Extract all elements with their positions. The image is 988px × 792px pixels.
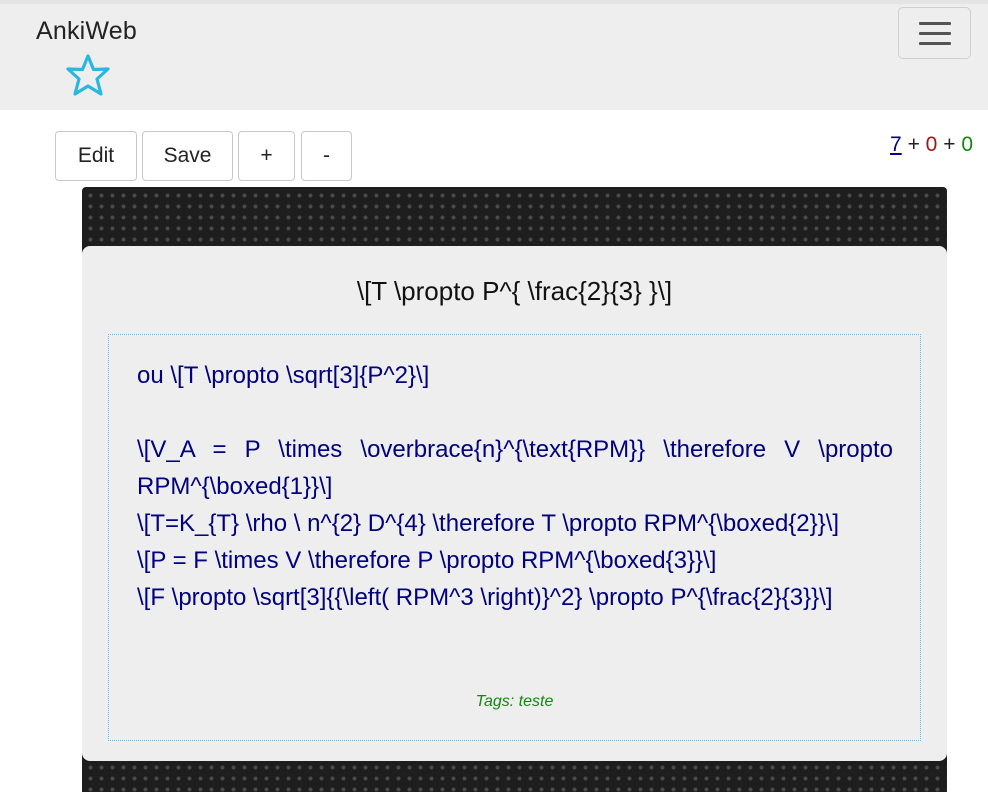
answer-line: \[F \propto \sqrt[3]{{\left( RPM^3 \righ…: [137, 584, 833, 611]
review-count: 0: [961, 133, 973, 156]
decrease-size-button[interactable]: -: [301, 131, 352, 181]
answer-line: ou \[T \propto \sqrt[3]{P^2}\]: [137, 362, 430, 389]
answer-line: \[T=K_{T} \rho \ n^{2} D^{4} \therefore …: [137, 510, 840, 537]
brand-title[interactable]: AnkiWeb: [36, 17, 137, 46]
card-question: \[T \propto P^{ \frac{2}{3} }\]: [356, 276, 673, 306]
answer-spacer: [137, 394, 893, 431]
increase-size-button[interactable]: +: [238, 131, 295, 181]
card-background: \[T \propto P^{ \frac{2}{3} }\] ou \[T \…: [82, 187, 947, 792]
count-separator: +: [907, 133, 920, 156]
learn-count: 0: [925, 133, 938, 156]
answer-text: ou \[T \propto \sqrt[3]{P^2}\] \[V_A = P…: [137, 357, 893, 616]
edit-button[interactable]: Edit: [55, 131, 137, 181]
answer-line: \[P = F \times V \therefore P \propto RP…: [137, 547, 717, 574]
due-counts: 7 + 0 + 0: [890, 133, 973, 157]
hamburger-menu-button[interactable]: [898, 7, 971, 59]
navbar: AnkiWeb: [0, 0, 988, 110]
answer-line: \[V_A = P \times \overbrace{n}^{\text{RP…: [137, 436, 893, 500]
new-count[interactable]: 7: [890, 133, 902, 156]
count-separator: +: [943, 133, 956, 156]
save-button[interactable]: Save: [142, 131, 233, 181]
card-tags: Tags: teste: [475, 693, 554, 710]
hamburger-menu-icon: [919, 22, 951, 25]
answer-box: ou \[T \propto \sqrt[3]{P^2}\] \[V_A = P…: [108, 334, 921, 741]
card: \[T \propto P^{ \frac{2}{3} }\] ou \[T \…: [82, 246, 947, 761]
star-outline-icon[interactable]: [62, 51, 114, 103]
